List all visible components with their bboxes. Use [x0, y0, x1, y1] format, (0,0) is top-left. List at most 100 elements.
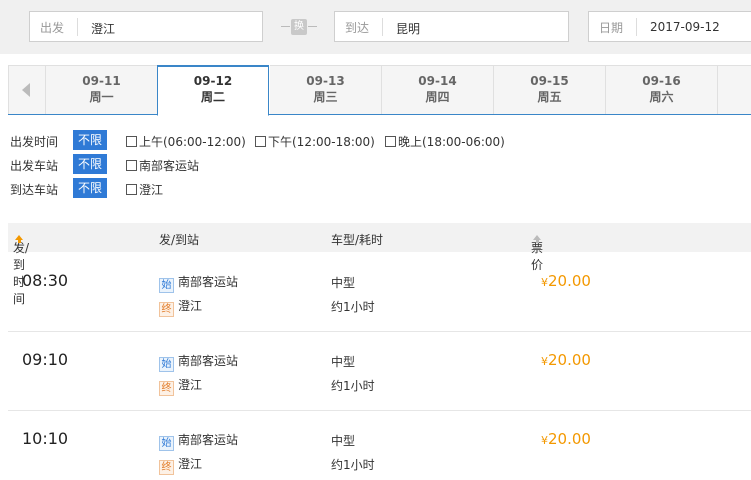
date-value[interactable]: 2017-09-12	[650, 20, 720, 34]
start-icon: 始	[159, 436, 174, 451]
price: ¥20.00	[541, 430, 591, 448]
filter-arrival-station: 到达车站 不限 澄江	[10, 178, 750, 198]
date-tab[interactable]: 09-14 周四	[382, 65, 494, 114]
price: ¥20.00	[541, 272, 591, 290]
currency: ¥	[541, 276, 548, 289]
filter-label: 出发时间	[10, 135, 59, 149]
station-name: 南部客运站	[178, 433, 239, 447]
filter-option-evening[interactable]: 晚上(18:00-06:00)	[385, 133, 505, 150]
tab-weekday: 周六	[649, 90, 674, 104]
end-icon: 终	[159, 302, 174, 317]
departure-value[interactable]: 澄江	[91, 20, 115, 37]
prev-date-button[interactable]	[8, 65, 46, 114]
swap-line-right	[308, 26, 317, 27]
from-station: 始南部客运站	[159, 431, 238, 451]
filter-option-afternoon[interactable]: 下午(12:00-18:00)	[255, 133, 375, 150]
field-divider	[636, 18, 637, 36]
checkbox[interactable]	[126, 136, 137, 147]
price-value: 20.00	[548, 430, 591, 448]
search-bar: 出发 澄江 换 到达 昆明 日期 2017-09-12	[0, 0, 751, 54]
station-name: 澄江	[178, 457, 203, 471]
to-station: 终澄江	[159, 455, 202, 475]
type-header: 车型/耗时	[331, 233, 384, 247]
station-name: 南部客运站	[178, 354, 239, 368]
checkbox[interactable]	[385, 136, 396, 147]
to-station: 终澄江	[159, 297, 202, 317]
departure-field[interactable]: 出发 澄江	[29, 11, 263, 42]
date-tab[interactable]: 09-11 周一	[46, 65, 158, 114]
sort-arrow-icon	[15, 235, 23, 243]
filter-option-morning[interactable]: 上午(06:00-12:00)	[126, 133, 246, 150]
filter-label: 到达车站	[10, 183, 59, 197]
date-tab[interactable]: 09-15 周五	[494, 65, 606, 114]
tab-date: 09-15	[530, 74, 569, 88]
tab-weekday: 周一	[89, 90, 114, 104]
tab-date: 09-16	[642, 74, 681, 88]
price-value: 20.00	[548, 351, 591, 369]
filter-departure-station: 出发车站 不限 南部客运站	[10, 154, 750, 174]
tab-weekday: 周三	[313, 90, 338, 104]
date-label: 日期	[599, 21, 624, 35]
table-header: 发/到时间 发/到站 车型/耗时 票价	[8, 223, 751, 306]
filter-any-button[interactable]: 不限	[73, 130, 107, 150]
field-divider	[77, 18, 78, 36]
table-row[interactable]: 08:30 始南部客运站 终澄江 中型 约1小时 ¥20.00	[8, 253, 751, 332]
station-name: 澄江	[178, 378, 203, 392]
end-icon: 终	[159, 381, 174, 396]
sort-time-header[interactable]: 发/到时间	[13, 231, 29, 306]
to-station: 终澄江	[159, 376, 202, 396]
date-tab-active[interactable]: 09-12 周二	[157, 65, 269, 116]
duration: 约1小时	[331, 300, 375, 314]
option-label: 澄江	[139, 183, 164, 197]
option-label: 南部客运站	[139, 159, 200, 173]
date-tab-overflow[interactable]	[718, 65, 751, 114]
filter-option-station[interactable]: 南部客运站	[126, 157, 199, 174]
from-station: 始南部客运站	[159, 352, 238, 372]
checkbox[interactable]	[126, 184, 137, 195]
tab-date: 09-11	[82, 74, 121, 88]
tab-date: 09-13	[306, 74, 345, 88]
swap-icon[interactable]: 换	[291, 19, 307, 35]
stations-header: 发/到站	[159, 233, 200, 247]
tab-weekday: 周四	[425, 90, 450, 104]
start-icon: 始	[159, 357, 174, 372]
tab-date: 09-14	[418, 74, 457, 88]
arrival-field[interactable]: 到达 昆明	[334, 11, 569, 42]
duration: 约1小时	[331, 458, 375, 472]
price-value: 20.00	[548, 272, 591, 290]
tab-weekday: 周二	[200, 90, 225, 104]
filter-label: 出发车站	[10, 159, 59, 173]
checkbox[interactable]	[126, 160, 137, 171]
station-name: 南部客运站	[178, 275, 239, 289]
bus-type: 中型	[331, 355, 356, 369]
departure-time: 09:10	[22, 350, 69, 369]
swap-line-left	[281, 26, 290, 27]
option-label: 下午(12:00-18:00)	[268, 135, 375, 149]
filter-option-station[interactable]: 澄江	[126, 181, 163, 198]
currency: ¥	[541, 434, 548, 447]
end-icon: 终	[159, 460, 174, 475]
checkbox[interactable]	[255, 136, 266, 147]
swap-button[interactable]: 换	[281, 18, 317, 36]
arrival-value[interactable]: 昆明	[396, 20, 420, 37]
tab-weekday: 周五	[537, 90, 562, 104]
option-label: 上午(06:00-12:00)	[139, 135, 246, 149]
field-divider	[382, 18, 383, 36]
currency: ¥	[541, 355, 548, 368]
date-tab[interactable]: 09-13 周三	[270, 65, 382, 114]
table-row[interactable]: 09:10 始南部客运站 终澄江 中型 约1小时 ¥20.00	[8, 332, 751, 411]
chevron-left-icon	[22, 83, 30, 97]
sort-arrow-icon	[533, 235, 541, 243]
sort-price-header[interactable]: 票价	[531, 231, 543, 272]
start-icon: 始	[159, 278, 174, 293]
bus-type: 中型	[331, 434, 356, 448]
option-label: 晚上(18:00-06:00)	[398, 135, 505, 149]
bus-type: 中型	[331, 276, 356, 290]
date-tab[interactable]: 09-16 周六	[606, 65, 718, 114]
arrival-label: 到达	[345, 21, 370, 35]
filter-any-button[interactable]: 不限	[73, 154, 107, 174]
filter-any-button[interactable]: 不限	[73, 178, 107, 198]
date-field[interactable]: 日期 2017-09-12	[588, 11, 751, 42]
date-tabs: 09-11 周一 09-12 周二 09-13 周三 09-14 周四 09-1…	[8, 65, 751, 116]
table-row[interactable]: 10:10 始南部客运站 终澄江 中型 约1小时 ¥20.00	[8, 411, 751, 480]
